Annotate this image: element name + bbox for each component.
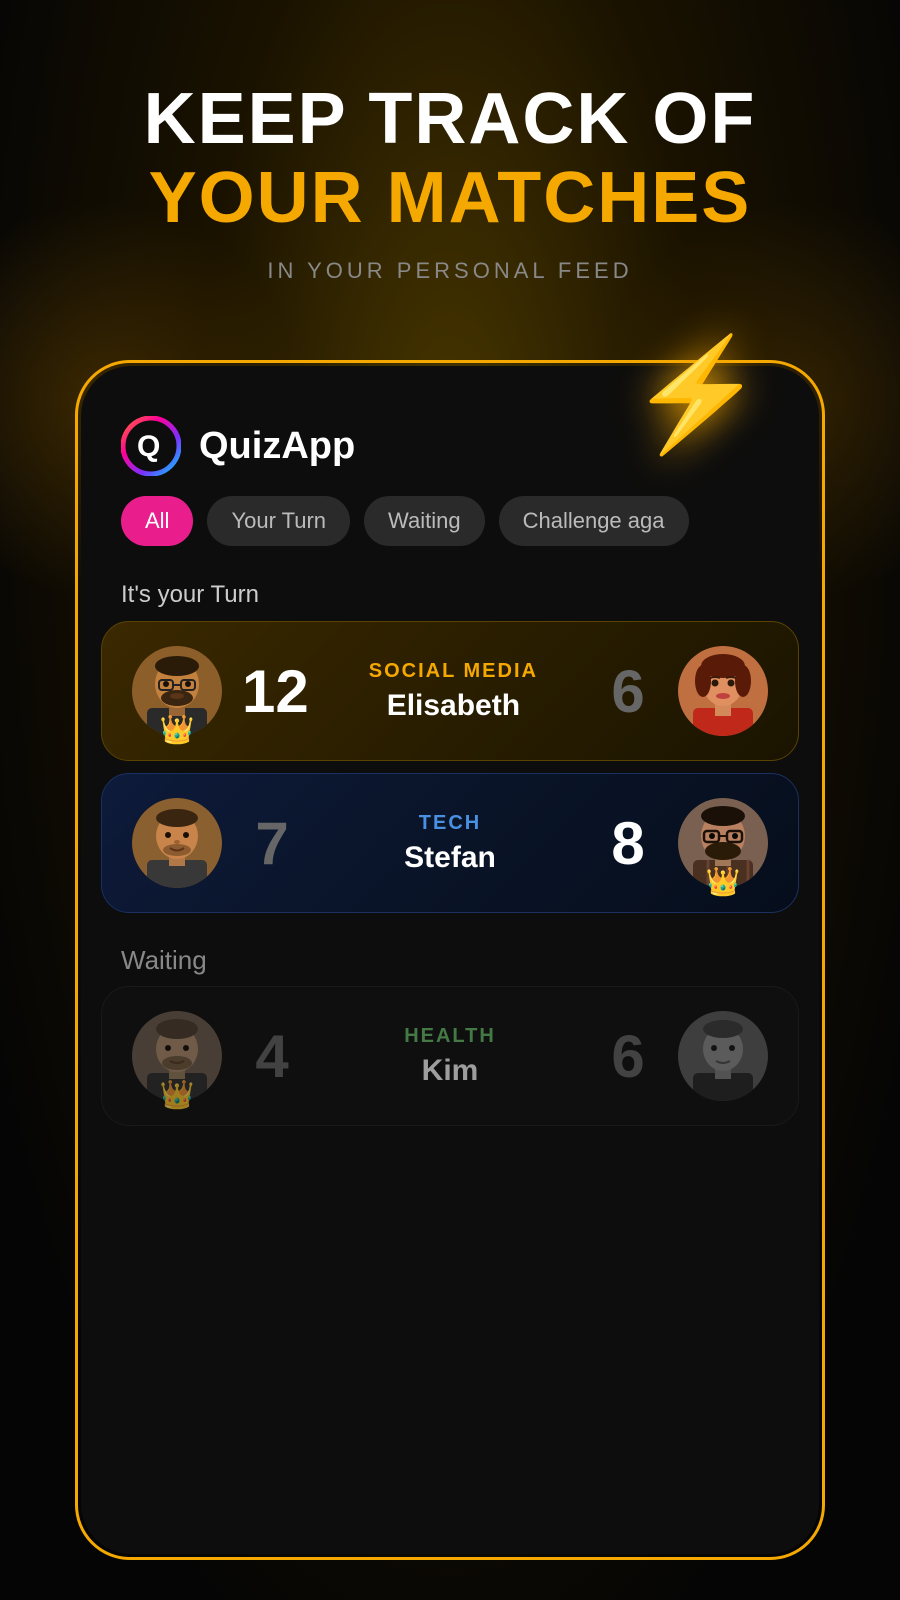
headline-line2: YOUR MATCHES: [0, 159, 900, 238]
headline-line1: KEEP TRACK OF: [0, 80, 900, 159]
opponent-avatar-3: [678, 1011, 768, 1101]
opponent-score-1: 6: [598, 657, 658, 726]
app-logo: Q: [121, 416, 181, 476]
match-card-1[interactable]: 👑 12 SOCIAL MEDIA Elisabeth 6: [101, 621, 799, 761]
opponent-avatar-1: [678, 646, 768, 736]
opponent-face-3: [678, 1011, 768, 1101]
match-opponent-2: Stefan: [322, 841, 578, 875]
waiting-match-cards: 👑 4 HEALTH Kim 6: [81, 986, 819, 1138]
header: KEEP TRACK OF YOUR MATCHES IN YOUR PERSO…: [0, 0, 900, 284]
match-category-1: SOCIAL MEDIA: [329, 660, 578, 683]
player-crown-3: 👑: [160, 1081, 195, 1109]
tab-your-turn[interactable]: Your Turn: [207, 496, 350, 546]
tab-challenge[interactable]: Challenge aga: [499, 496, 689, 546]
tab-waiting[interactable]: Waiting: [364, 496, 485, 546]
opponent-score-3: 6: [598, 1022, 658, 1091]
filter-tabs: All Your Turn Waiting Challenge aga: [81, 496, 819, 566]
phone-mockup: ⚡: [75, 360, 825, 1560]
match-opponent-3: Kim: [322, 1054, 578, 1088]
match-info-1: SOCIAL MEDIA Elisabeth: [329, 660, 578, 723]
svg-text:Q: Q: [137, 430, 160, 463]
player-avatar-1: 👑: [132, 646, 222, 736]
phone-screen: Q QuizApp All Your Turn Waiting Challeng…: [81, 366, 819, 1554]
opponent-score-2: 8: [598, 809, 658, 878]
tab-all[interactable]: All: [121, 496, 193, 546]
player-face-2: [132, 798, 222, 888]
app-name: QuizApp: [199, 425, 355, 468]
match-card-2[interactable]: 7 TECH Stefan 8: [101, 773, 799, 913]
player-crown-1: 👑: [160, 716, 195, 744]
lightning-icon: ⚡: [628, 340, 765, 450]
match-category-3: HEALTH: [322, 1025, 578, 1048]
match-category-2: TECH: [322, 812, 578, 835]
section-your-turn-label: It's your Turn: [81, 566, 819, 621]
page-content: KEEP TRACK OF YOUR MATCHES IN YOUR PERSO…: [0, 0, 900, 1600]
match-card-3[interactable]: 👑 4 HEALTH Kim 6: [101, 986, 799, 1126]
player-score-3: 4: [242, 1022, 302, 1091]
opponent-avatar-2: 👑: [678, 798, 768, 888]
match-info-3: HEALTH Kim: [322, 1025, 578, 1088]
header-subtitle: IN YOUR PERSONAL FEED: [0, 258, 900, 284]
player-score-1: 12: [242, 657, 309, 726]
section-waiting-label: Waiting: [81, 925, 819, 986]
player-avatar-3: 👑: [132, 1011, 222, 1101]
player-avatar-2: [132, 798, 222, 888]
match-opponent-1: Elisabeth: [329, 689, 578, 723]
opponent-crown-2: 👑: [706, 868, 741, 896]
match-cards-list: 👑 12 SOCIAL MEDIA Elisabeth 6: [81, 621, 819, 925]
player-score-2: 7: [242, 809, 302, 878]
opponent-face-1: [678, 646, 768, 736]
match-info-2: TECH Stefan: [322, 812, 578, 875]
